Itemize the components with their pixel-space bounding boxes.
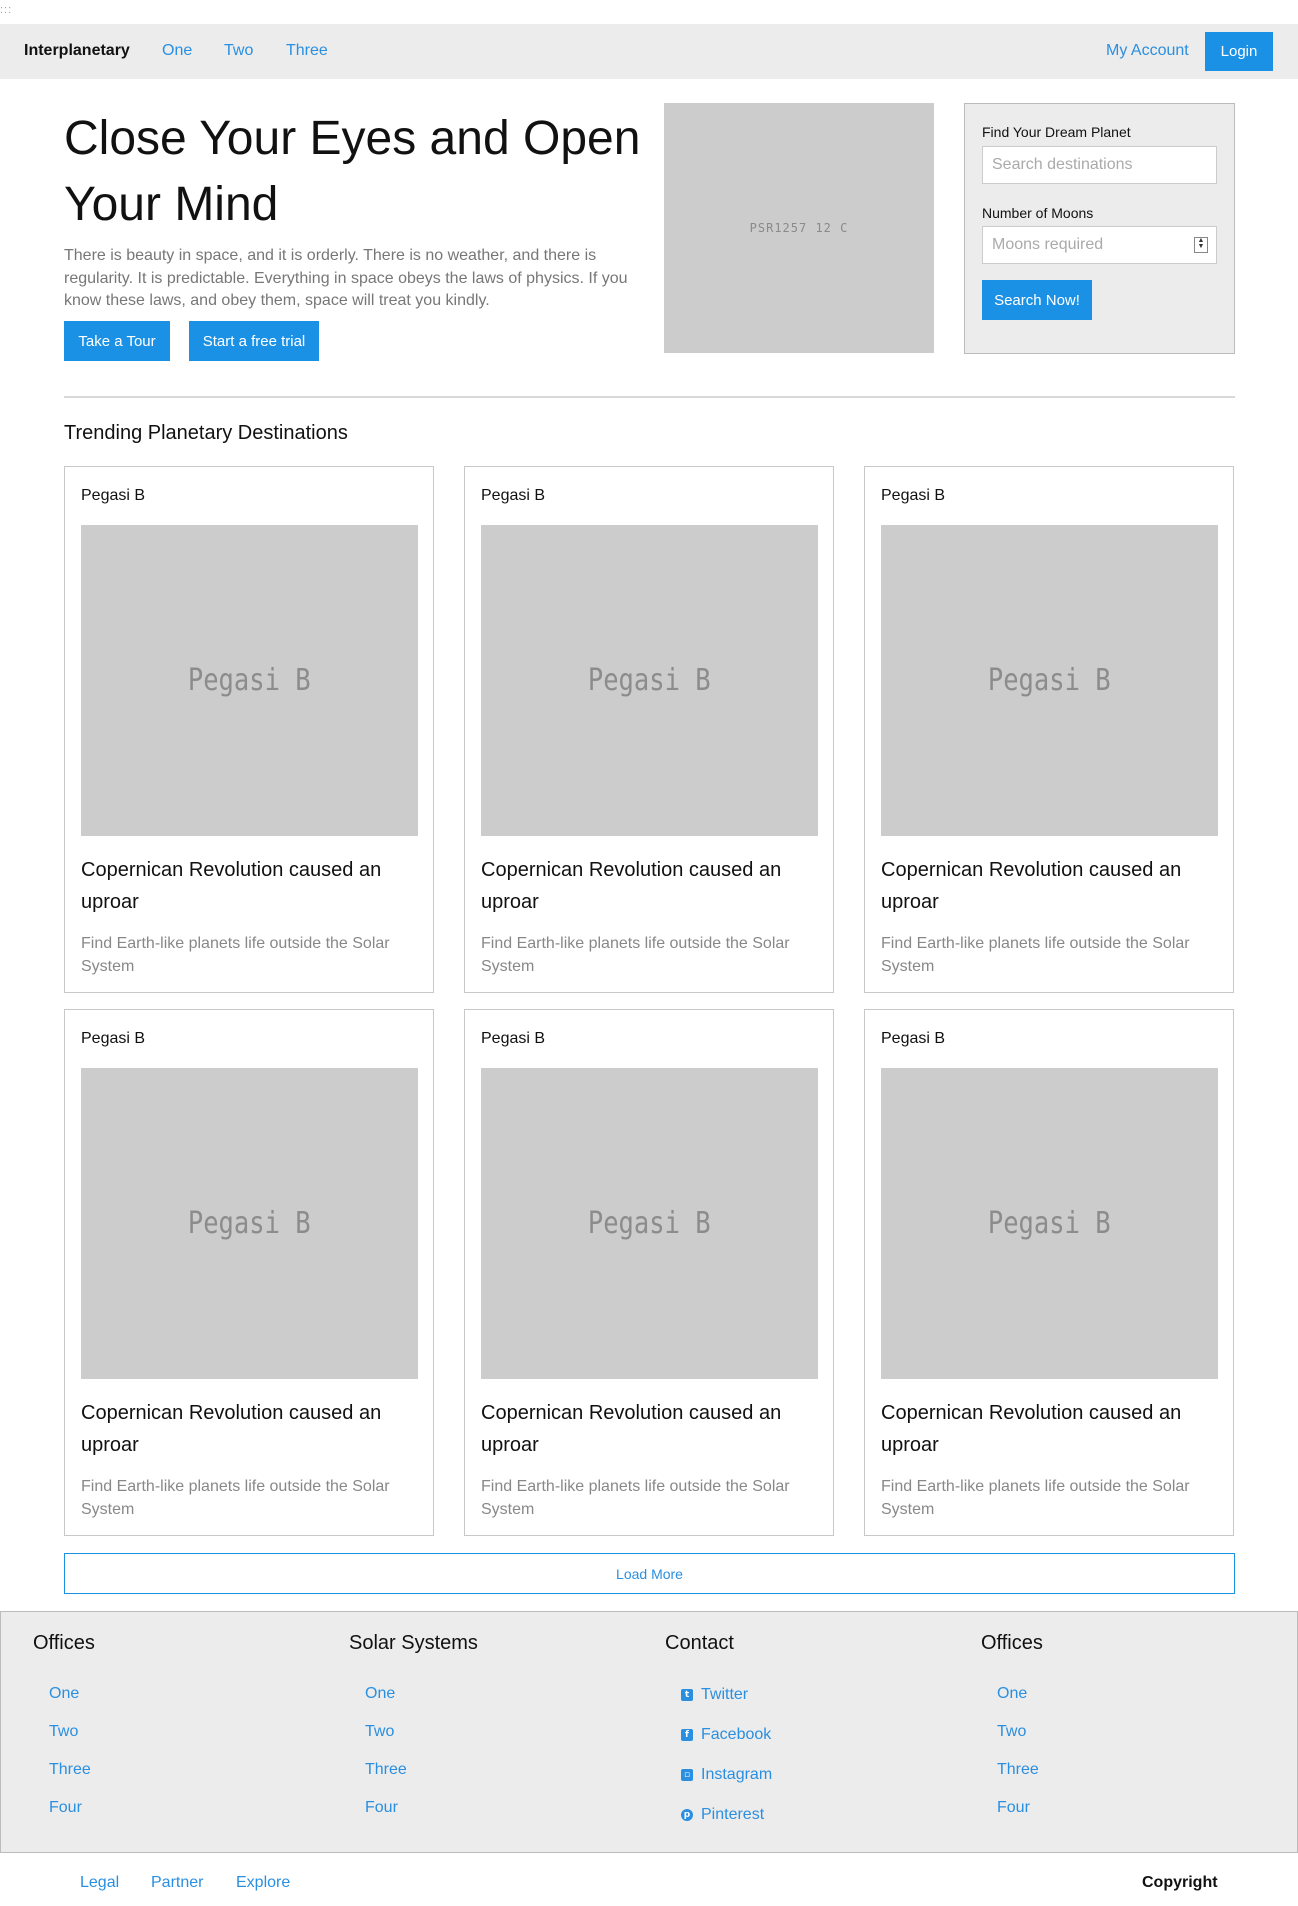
free-trial-button[interactable]: Start a free trial <box>189 321 319 361</box>
login-button[interactable]: Login <box>1205 32 1273 71</box>
instagram-link[interactable]: ▫ Instagram <box>681 1755 965 1795</box>
take-tour-button[interactable]: Take a Tour <box>64 321 170 361</box>
footer-link[interactable]: Two <box>365 1713 649 1751</box>
bottom-bar: Legal Partner Explore Copyright <box>0 1870 1298 1900</box>
card-title: Copernican Revolution caused an uproar <box>81 859 382 913</box>
load-more-button[interactable]: Load More <box>64 1553 1235 1594</box>
footer-link[interactable]: One <box>49 1675 333 1713</box>
navbar: Interplanetary One Two Three My Account … <box>0 24 1298 79</box>
my-account-link[interactable]: My Account <box>1106 42 1189 60</box>
card-title: Copernican Revolution caused an uproar <box>881 859 1182 913</box>
destination-card[interactable]: Pegasi B Pegasi B Copernican Revolution … <box>64 1009 434 1536</box>
footer-link[interactable]: Four <box>997 1789 1281 1827</box>
footer-link[interactable]: Two <box>997 1713 1281 1751</box>
card-planet-name: Pegasi B <box>481 487 546 504</box>
trending-title: Trending Planetary Destinations <box>64 422 348 444</box>
card-image-label: Pegasi B <box>588 1206 711 1241</box>
card-image: Pegasi B <box>481 1068 818 1379</box>
destination-card[interactable]: Pegasi B Pegasi B Copernican Revolution … <box>464 466 834 993</box>
twitter-label: Twitter <box>701 1686 749 1703</box>
card-description: Find Earth-like planets life outside the… <box>81 1478 390 1518</box>
moons-number-input[interactable]: Moons required ▲ ▼ <box>982 226 1217 264</box>
destination-search-input[interactable]: Search destinations <box>982 146 1217 184</box>
moons-placeholder: Moons required <box>992 236 1104 253</box>
footer-heading: Offices <box>981 1632 1043 1654</box>
top-dots: ::: <box>0 4 13 16</box>
twitter-link[interactable]: t Twitter <box>681 1675 965 1715</box>
search-now-button[interactable]: Search Now! <box>982 280 1092 320</box>
card-planet-name: Pegasi B <box>881 487 946 504</box>
twitter-icon: t <box>681 1689 693 1701</box>
footer-column-offices: Offices One Two Three Four <box>33 1632 333 1827</box>
card-image: Pegasi B <box>81 1068 418 1379</box>
card-image: Pegasi B <box>81 525 418 836</box>
card-image: Pegasi B <box>881 525 1218 836</box>
copyright-text: Copyright <box>1142 1874 1218 1891</box>
destination-card[interactable]: Pegasi B Pegasi B Copernican Revolution … <box>64 466 434 993</box>
moons-label: Number of Moons <box>982 205 1094 221</box>
hero-image: PSR1257 12 C <box>664 103 934 353</box>
card-planet-name: Pegasi B <box>81 487 146 504</box>
hero-text: There is beauty in space, and it is orde… <box>64 247 628 309</box>
footer-link[interactable]: Three <box>49 1751 333 1789</box>
footer-column-contact: Contact t Twitter f Facebook ▫ Instagram pP… <box>665 1632 965 1835</box>
nav-link-two[interactable]: Two <box>224 42 253 60</box>
number-spinner-icon[interactable]: ▲ ▼ <box>1194 237 1208 253</box>
search-panel: Find Your Dream Planet Search destinatio… <box>964 103 1235 354</box>
hero-title: Close Your Eyes and Open Your Mind <box>64 112 641 231</box>
partner-link[interactable]: Partner <box>151 1874 203 1892</box>
footer-link[interactable]: Four <box>365 1789 649 1827</box>
brand-logo[interactable]: Interplanetary <box>24 42 130 60</box>
footer-link[interactable]: Three <box>997 1751 1281 1789</box>
card-image-label: Pegasi B <box>588 663 711 698</box>
card-description: Find Earth-like planets life outside the… <box>481 935 790 975</box>
card-title: Copernican Revolution caused an uproar <box>81 1402 382 1456</box>
destination-card[interactable]: Pegasi B Pegasi B Copernican Revolution … <box>464 1009 834 1536</box>
pinterest-link[interactable]: p Pinterest <box>681 1795 965 1835</box>
card-image: Pegasi B <box>881 1068 1218 1379</box>
card-title: Copernican Revolution caused an uproar <box>881 1402 1182 1456</box>
card-description: Find Earth-like planets life outside the… <box>481 1478 790 1518</box>
destination-card[interactable]: Pegasi B Pegasi B Copernican Revolution … <box>864 466 1234 993</box>
instagram-label: Instagram <box>701 1766 773 1783</box>
facebook-icon: f <box>681 1729 693 1741</box>
footer-link[interactable]: One <box>365 1675 649 1713</box>
footer-heading: Offices <box>33 1632 95 1654</box>
pinterest-label: Pinterest <box>701 1806 765 1823</box>
card-image-label: Pegasi B <box>188 1206 311 1241</box>
card-planet-name: Pegasi B <box>481 1030 546 1047</box>
legal-link[interactable]: Legal <box>80 1874 119 1892</box>
nav-link-one[interactable]: One <box>162 42 192 60</box>
card-planet-name: Pegasi B <box>881 1030 946 1047</box>
hero-image-label: PSR1257 12 C <box>749 221 849 235</box>
footer-heading: Solar Systems <box>349 1632 478 1654</box>
footer-heading: Contact <box>665 1632 734 1654</box>
card-planet-name: Pegasi B <box>81 1030 146 1047</box>
card-title: Copernican Revolution caused an uproar <box>481 1402 782 1456</box>
card-description: Find Earth-like planets life outside the… <box>881 935 1190 975</box>
planet-search-label: Find Your Dream Planet <box>982 124 1131 140</box>
card-image: Pegasi B <box>481 525 818 836</box>
section-divider <box>64 396 1235 398</box>
footer-column-solar-systems: Solar Systems One Two Three Four <box>349 1632 649 1827</box>
footer-column-offices-2: Offices One Two Three Four <box>981 1632 1281 1827</box>
footer: Offices One Two Three Four Solar Systems… <box>0 1611 1298 1853</box>
nav-link-three[interactable]: Three <box>286 42 328 60</box>
facebook-label: Facebook <box>701 1726 772 1743</box>
footer-link[interactable]: One <box>997 1675 1281 1713</box>
footer-link[interactable]: Three <box>365 1751 649 1789</box>
card-description: Find Earth-like planets life outside the… <box>81 935 390 975</box>
card-description: Find Earth-like planets life outside the… <box>881 1478 1190 1518</box>
card-image-label: Pegasi B <box>188 663 311 698</box>
destination-card[interactable]: Pegasi B Pegasi B Copernican Revolution … <box>864 1009 1234 1536</box>
pinterest-icon: p <box>681 1809 693 1821</box>
card-image-label: Pegasi B <box>988 1206 1111 1241</box>
footer-link[interactable]: Four <box>49 1789 333 1827</box>
footer-link[interactable]: Two <box>49 1713 333 1751</box>
instagram-icon: ▫ <box>681 1769 693 1781</box>
explore-link[interactable]: Explore <box>236 1874 290 1892</box>
facebook-link[interactable]: f Facebook <box>681 1715 965 1755</box>
card-image-label: Pegasi B <box>988 663 1111 698</box>
card-title: Copernican Revolution caused an uproar <box>481 859 782 913</box>
